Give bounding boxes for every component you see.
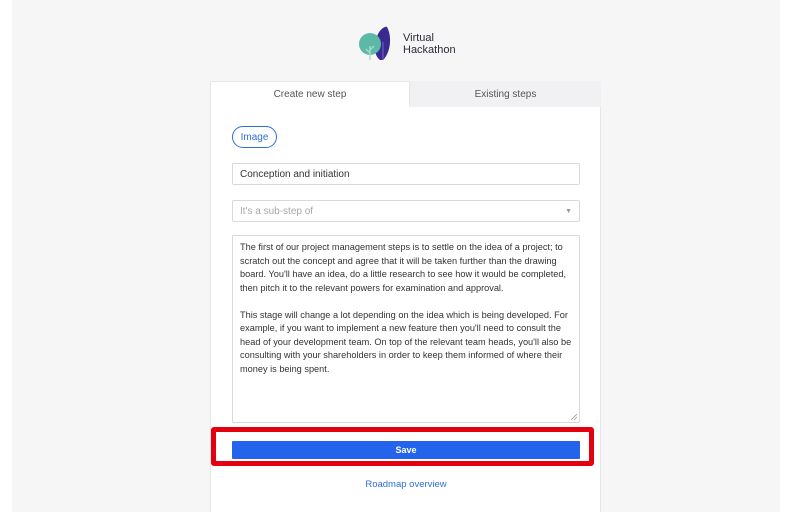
tab-create-new-step[interactable]: Create new step [210, 81, 410, 107]
parent-step-select[interactable]: It's a sub-step of ▼ [232, 200, 580, 222]
save-button[interactable]: Save [232, 441, 580, 459]
step-title-value: Conception and initiation [240, 168, 350, 180]
chevron-down-icon: ▼ [565, 207, 572, 215]
roadmap-overview-link[interactable]: Roadmap overview [300, 479, 512, 490]
brand-line-1: Virtual [403, 32, 434, 44]
description-textarea[interactable]: The first of our project management step… [232, 235, 580, 423]
tree-logo-icon [359, 26, 391, 60]
parent-step-placeholder: It's a sub-step of [240, 205, 314, 217]
step-tabs: Create new step Existing steps [210, 81, 601, 107]
tab-existing-steps[interactable]: Existing steps [410, 81, 601, 107]
step-title-input[interactable]: Conception and initiation [232, 163, 580, 185]
description-paragraph-2: This stage will change a lot depending o… [240, 309, 572, 374]
description-paragraph-1: The first of our project management step… [240, 242, 567, 293]
resize-handle-icon[interactable] [570, 413, 577, 420]
brand-line-2: Hackathon [403, 44, 456, 56]
image-button[interactable]: Image [232, 126, 277, 148]
brand-name: Virtual Hackathon [403, 32, 456, 56]
brand-logo: Virtual Hackathon [356, 26, 456, 62]
